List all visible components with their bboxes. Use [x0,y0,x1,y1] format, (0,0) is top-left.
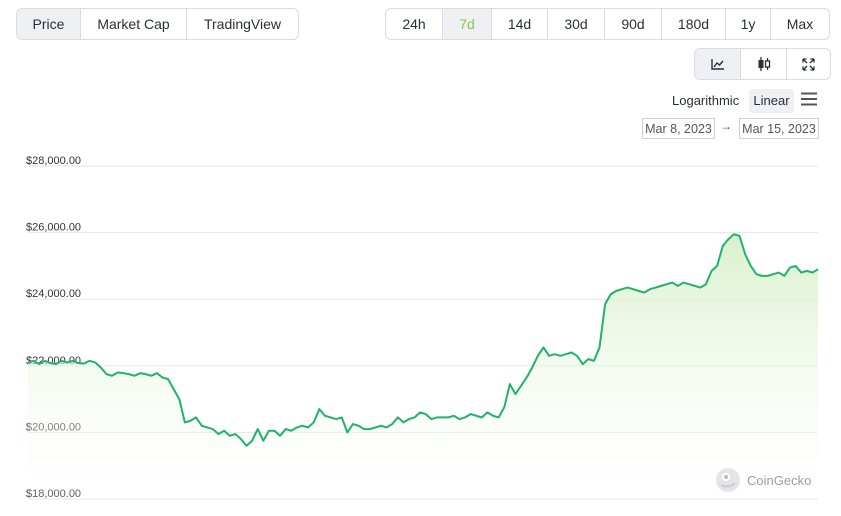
line-chart-button[interactable] [695,49,741,79]
fullscreen-icon [802,57,815,71]
range-7d-button[interactable]: 7d [443,9,492,39]
range-tabs: 24h 7d 14d 30d 90d 180d 1y Max [385,8,830,40]
candlestick-button[interactable] [741,49,787,79]
price-area [28,234,818,499]
range-180d-button[interactable]: 180d [662,9,726,39]
view-tabs: Price Market Cap TradingView [16,8,299,40]
tab-market-cap[interactable]: Market Cap [81,9,187,39]
scale-logarithmic-option[interactable]: Logarithmic [672,89,739,113]
range-90d-button[interactable]: 90d [605,9,662,39]
price-chart: $28,000.00$26,000.00$24,000.00$22,000.00… [26,155,819,500]
line-chart-icon [710,59,724,70]
range-max-button[interactable]: Max [771,9,829,39]
range-1y-button[interactable]: 1y [726,9,771,39]
date-to-input[interactable]: Mar 15, 2023 [739,118,819,139]
y-tick-label: $26,000.00 [26,222,81,234]
range-24h-button[interactable]: 24h [386,9,443,39]
range-14d-button[interactable]: 14d [492,9,548,39]
chart-type-tabs [694,48,831,80]
hamburger-menu-icon[interactable] [801,92,817,106]
y-tick-label: $24,000.00 [26,288,81,300]
candlestick-icon [758,57,770,71]
scale-linear-option[interactable]: Linear [749,89,794,113]
range-30d-button[interactable]: 30d [548,9,605,39]
coingecko-watermark: CoinGecko [715,467,811,493]
coingecko-logo-icon [716,468,740,492]
fullscreen-button[interactable] [787,49,830,79]
tab-price[interactable]: Price [17,9,81,39]
y-tick-label: $28,000.00 [26,155,81,167]
date-from-input[interactable]: Mar 8, 2023 [642,118,715,139]
date-range-arrow: → [720,119,732,133]
watermark-text: CoinGecko [747,472,812,488]
tab-tradingview[interactable]: TradingView [187,9,298,39]
